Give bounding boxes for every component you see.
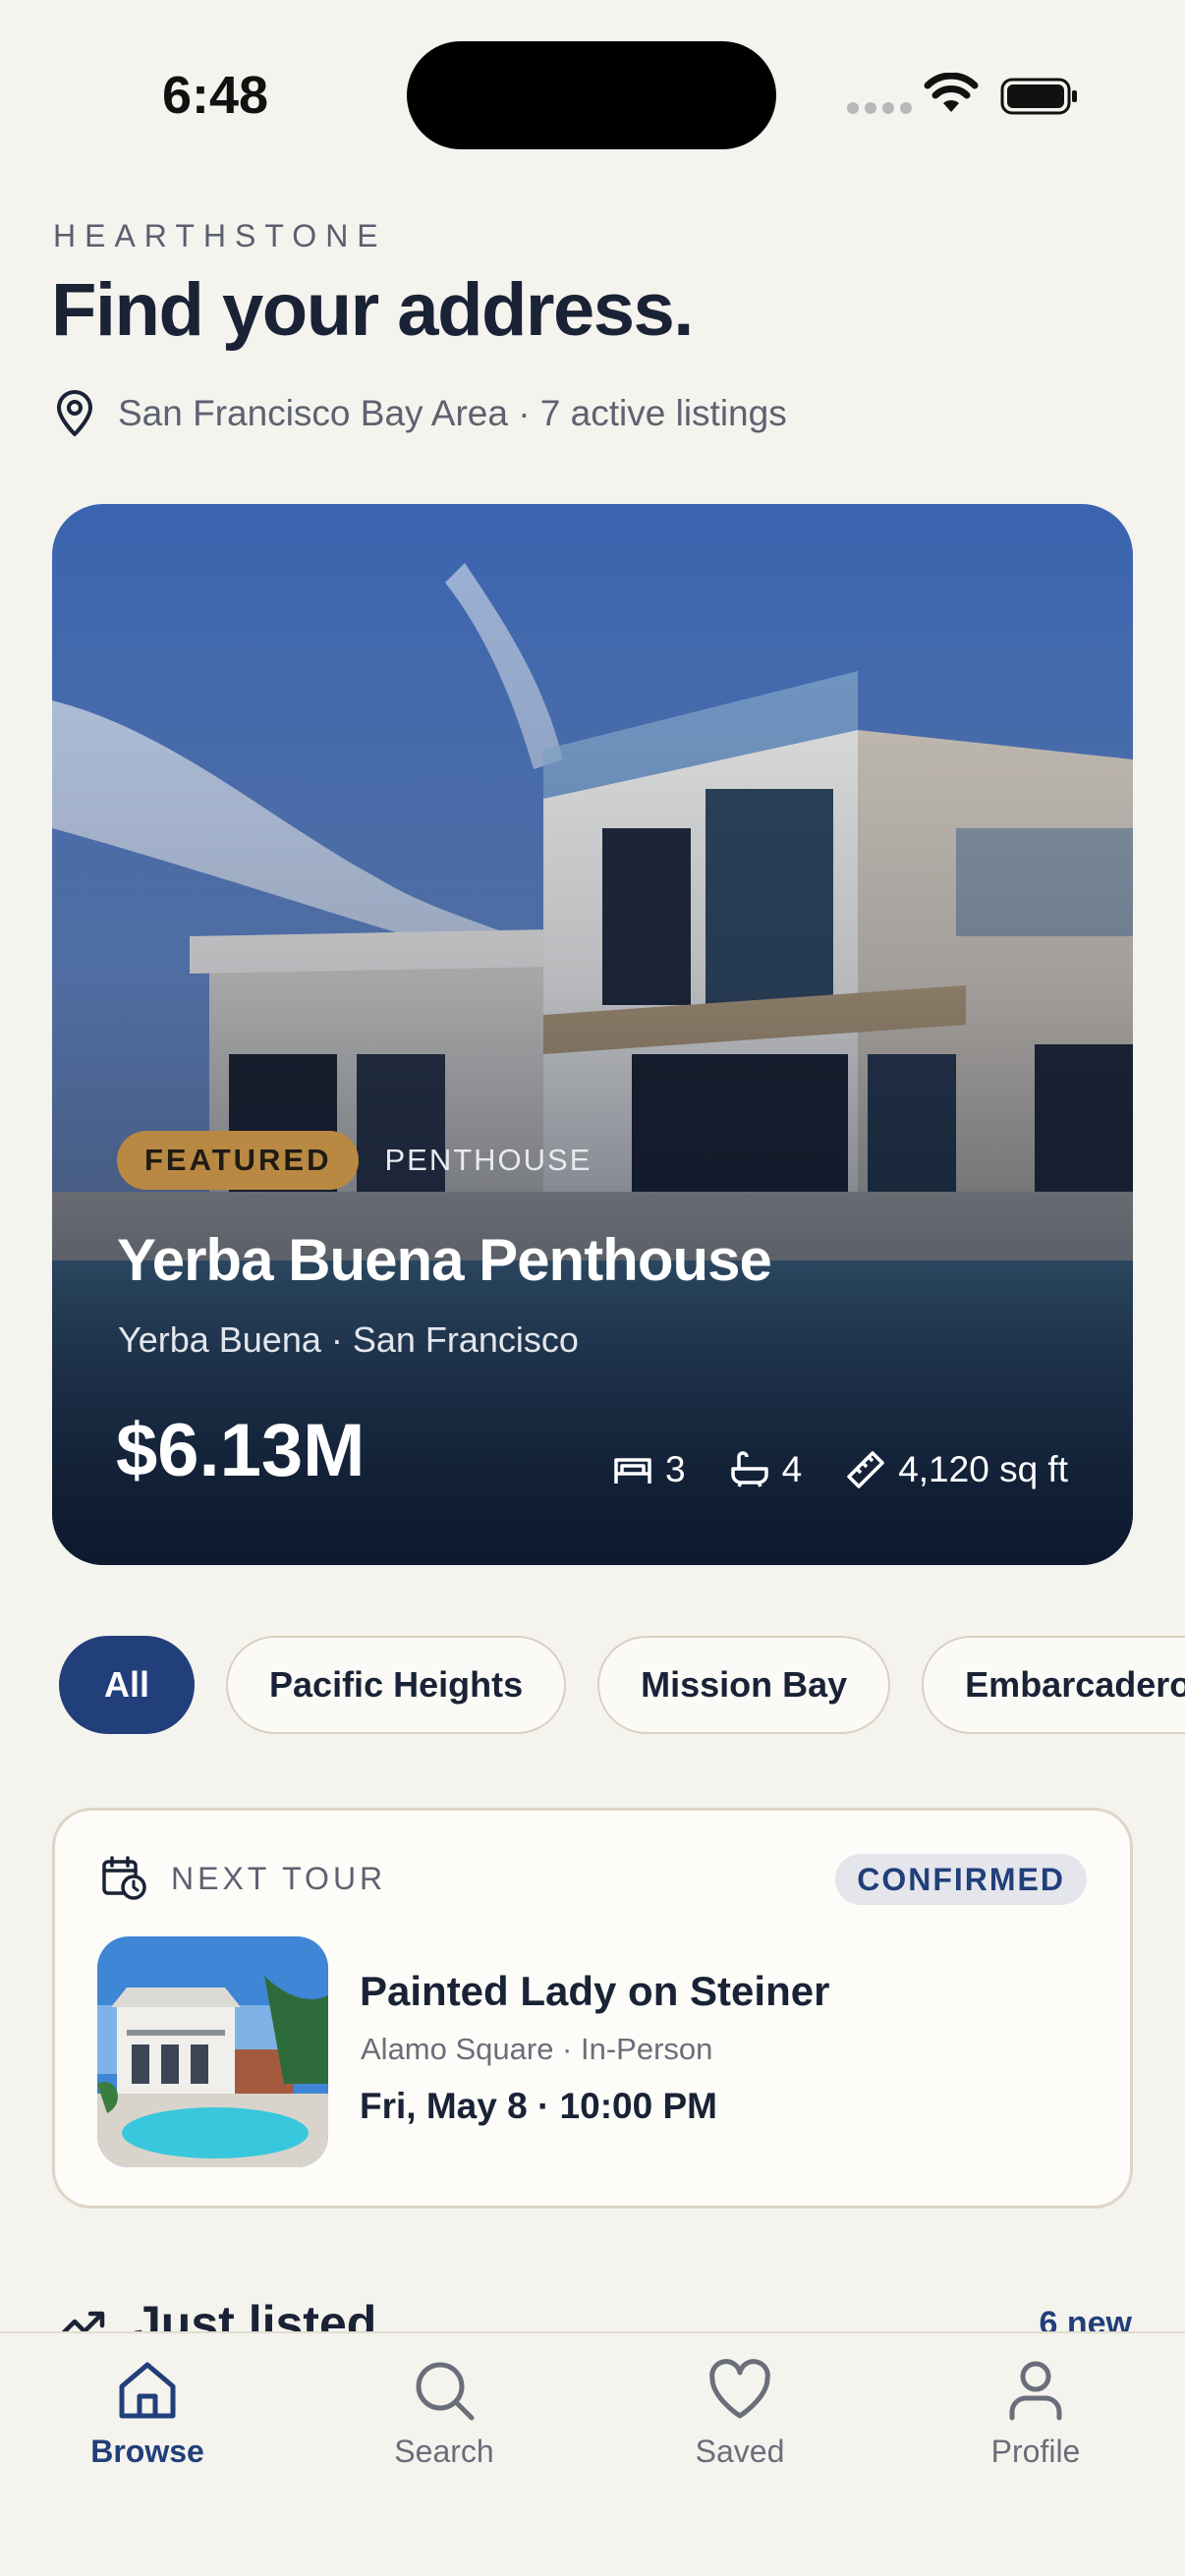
wifi-icon — [924, 73, 979, 112]
next-tour-header: NEXT TOUR — [100, 1854, 386, 1903]
tab-browse[interactable]: Browse — [29, 2357, 265, 2470]
baths-count: 4 — [781, 1449, 803, 1489]
tab-search-label: Search — [394, 2434, 494, 2469]
tab-search[interactable]: Search — [326, 2357, 562, 2470]
beds-count: 3 — [665, 1449, 686, 1489]
neighborhood-filter-chips: All Pacific Heights Mission Bay Embarcad… — [59, 1636, 1185, 1734]
tab-profile[interactable]: Profile — [918, 2357, 1154, 2470]
bed-icon — [614, 1458, 651, 1484]
search-icon — [416, 2362, 475, 2421]
status-bar: 6:48 — [0, 0, 1185, 196]
person-icon — [1009, 2361, 1062, 2421]
featured-listing-photo — [52, 504, 1133, 1565]
tour-property-title: Painted Lady on Steiner — [360, 1968, 830, 2014]
area-stat: 4,120 sq ft — [845, 1449, 1068, 1490]
dynamic-island — [407, 41, 776, 149]
chip-all[interactable]: All — [59, 1636, 196, 1734]
heart-icon — [709, 2359, 770, 2419]
brand-name: HEARTHSTONE — [53, 218, 387, 253]
next-tour-label: NEXT TOUR — [171, 1860, 387, 1896]
bathtub-icon — [730, 1451, 768, 1487]
tab-saved-label: Saved — [695, 2434, 785, 2469]
tab-browse-label: Browse — [90, 2434, 204, 2469]
area-value: 4,120 sq ft — [898, 1449, 1068, 1489]
featured-subtitle: Yerba Buena · San Francisco — [118, 1319, 579, 1360]
location-text: San Francisco Bay Area · 7 active listin… — [118, 393, 787, 433]
ruler-icon — [847, 1451, 884, 1488]
property-type: PENTHOUSE — [384, 1143, 592, 1177]
map-pin-icon — [57, 390, 92, 436]
calendar-clock-icon — [102, 1856, 146, 1900]
location-row[interactable]: San Francisco Bay Area · 7 active listin… — [53, 389, 787, 438]
tab-profile-label: Profile — [990, 2434, 1081, 2469]
tour-property-thumbnail — [97, 1936, 328, 2167]
tab-bar: Browse Search Saved Profile — [0, 2331, 1185, 2576]
status-time: 6:48 — [162, 66, 269, 125]
status-badge: CONFIRMED — [835, 1854, 1087, 1905]
tour-datetime: Fri, May 8 · 10:00 PM — [360, 2086, 717, 2126]
featured-badges: FEATURED PENTHOUSE — [117, 1131, 592, 1190]
featured-stats: 3 4 4,120 sq ft — [612, 1449, 1068, 1490]
cellular-dots-icon — [847, 102, 912, 114]
tour-property-photo — [97, 1936, 328, 2167]
featured-listing-card[interactable]: FEATURED PENTHOUSE Yerba Buena Penthouse… — [52, 504, 1133, 1565]
chip-embarcadero[interactable]: Embarcadero — [922, 1636, 1185, 1734]
chip-pacific-heights[interactable]: Pacific Heights — [226, 1636, 567, 1734]
tour-property-subtitle: Alamo Square · In-Person — [361, 2032, 713, 2066]
page-title: Find your address. — [51, 268, 694, 352]
beds-stat: 3 — [612, 1449, 686, 1490]
featured-price: $6.13M — [116, 1409, 366, 1492]
battery-icon — [1000, 78, 1077, 115]
next-tour-card[interactable]: NEXT TOUR CONFIRMED Painted Lady on Stei… — [52, 1808, 1133, 2209]
home-icon — [119, 2362, 176, 2419]
baths-stat: 4 — [729, 1449, 803, 1490]
featured-title: Yerba Buena Penthouse — [117, 1227, 772, 1293]
featured-badge: FEATURED — [117, 1131, 360, 1190]
tab-saved[interactable]: Saved — [622, 2357, 858, 2470]
chip-mission-bay[interactable]: Mission Bay — [597, 1636, 891, 1734]
